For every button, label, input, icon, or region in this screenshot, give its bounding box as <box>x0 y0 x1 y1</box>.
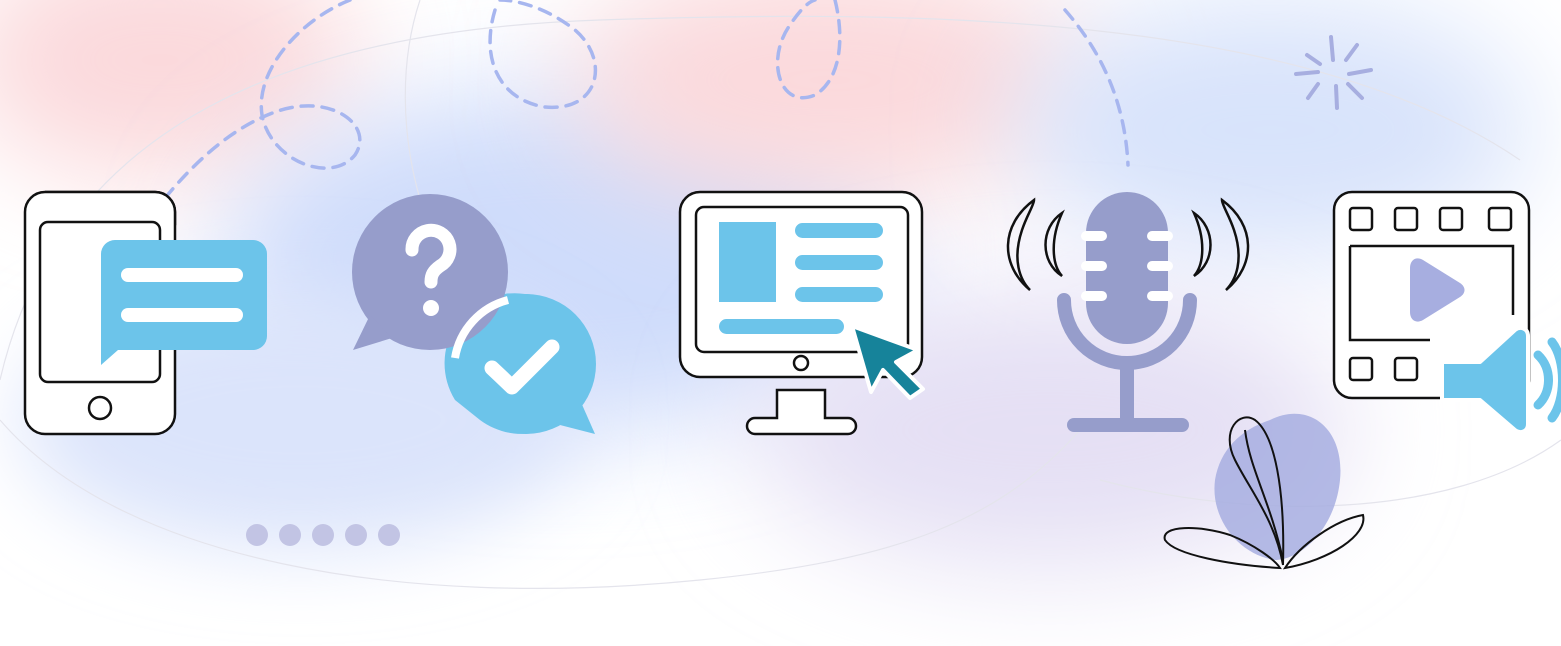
screen-text-line-4 <box>719 319 844 334</box>
message-line-2 <box>121 308 243 322</box>
question-mark-dot <box>423 300 439 316</box>
message-bubble <box>101 240 267 365</box>
screen-text-line-3 <box>795 287 883 302</box>
dot <box>279 524 301 546</box>
dot <box>378 524 400 546</box>
video-film-audio-icon <box>1332 190 1561 434</box>
speaker-wave-icon <box>1533 350 1553 410</box>
dot <box>345 524 367 546</box>
microphone-base <box>1067 418 1189 432</box>
dot <box>312 524 334 546</box>
speaker-wave-outer-icon <box>1547 337 1561 423</box>
screen-text-line-2 <box>795 255 883 270</box>
screen-text-line-1 <box>795 223 883 238</box>
screen-image-block <box>719 222 776 302</box>
message-line-1 <box>121 268 243 282</box>
dot <box>246 524 268 546</box>
illustration-scene <box>0 0 1561 589</box>
